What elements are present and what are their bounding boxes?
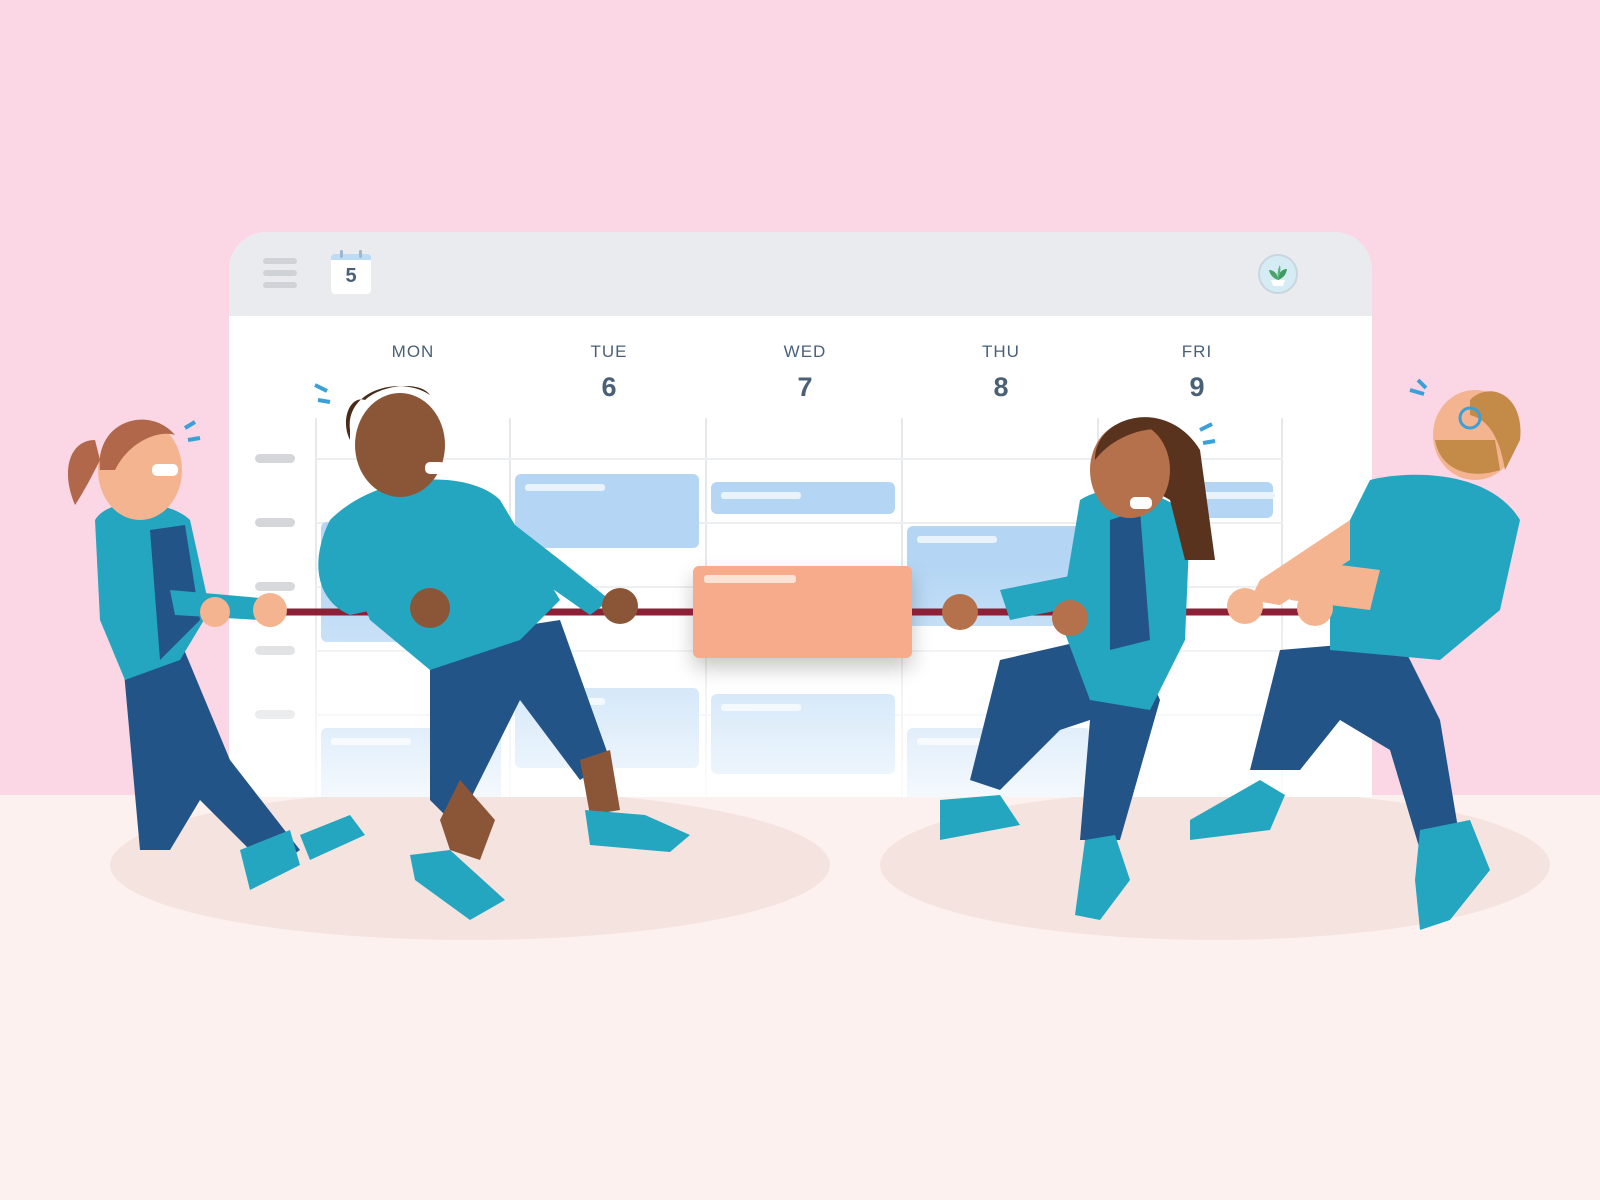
person-left-man bbox=[314, 383, 690, 920]
person-right-woman bbox=[940, 417, 1216, 920]
person-left-woman bbox=[67, 419, 365, 890]
tug-of-war-illustration bbox=[67, 378, 1521, 930]
person-right-man bbox=[1190, 378, 1521, 930]
